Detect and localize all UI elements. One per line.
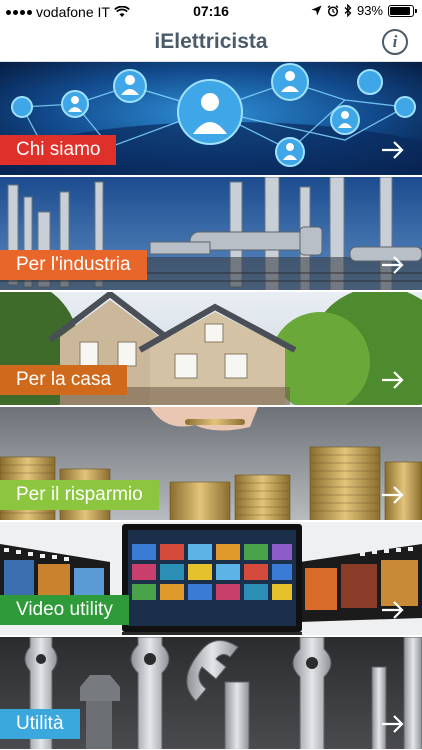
- battery-icon: [388, 4, 417, 17]
- battery-level: [390, 6, 411, 15]
- status-bar: vodafone IT 07:16 93%: [0, 0, 422, 24]
- menu-item-label: Chi siamo: [0, 135, 117, 165]
- menu-item-label: Per il risparmio: [0, 480, 159, 510]
- info-icon: i: [392, 32, 398, 51]
- location-icon: [311, 5, 322, 16]
- battery-percent: 93%: [356, 3, 383, 18]
- arrow-right-icon: [382, 141, 404, 159]
- main-menu: Chi siamo Per l'industria Per la casa Pe…: [0, 62, 422, 750]
- menu-item-utilita[interactable]: Utilità: [0, 637, 422, 750]
- arrow-right-icon: [382, 256, 404, 274]
- bluetooth-icon: [344, 4, 352, 17]
- menu-item-per-il-risparmio[interactable]: Per il risparmio: [0, 407, 422, 521]
- menu-item-label: Utilità: [0, 709, 80, 739]
- menu-item-per-l-industria[interactable]: Per l'industria: [0, 177, 422, 291]
- info-button[interactable]: i: [382, 29, 408, 55]
- arrow-right-icon: [382, 371, 404, 389]
- arrow-right-icon: [382, 715, 404, 733]
- menu-item-label: Per la casa: [0, 365, 128, 395]
- menu-item-per-la-casa[interactable]: Per la casa: [0, 292, 422, 406]
- arrow-right-icon: [382, 601, 404, 619]
- arrow-right-icon: [382, 486, 404, 504]
- alarm-icon: [327, 4, 339, 17]
- menu-item-label: Per l'industria: [0, 250, 147, 280]
- menu-item-chi-siamo[interactable]: Chi siamo: [0, 62, 422, 176]
- menu-item-video-utility[interactable]: Video utility: [0, 522, 422, 636]
- navigation-bar: iElettricista i: [0, 24, 422, 62]
- menu-item-label: Video utility: [0, 595, 129, 625]
- status-right: 93%: [311, 3, 417, 18]
- page-title: iElettricista: [154, 30, 268, 53]
